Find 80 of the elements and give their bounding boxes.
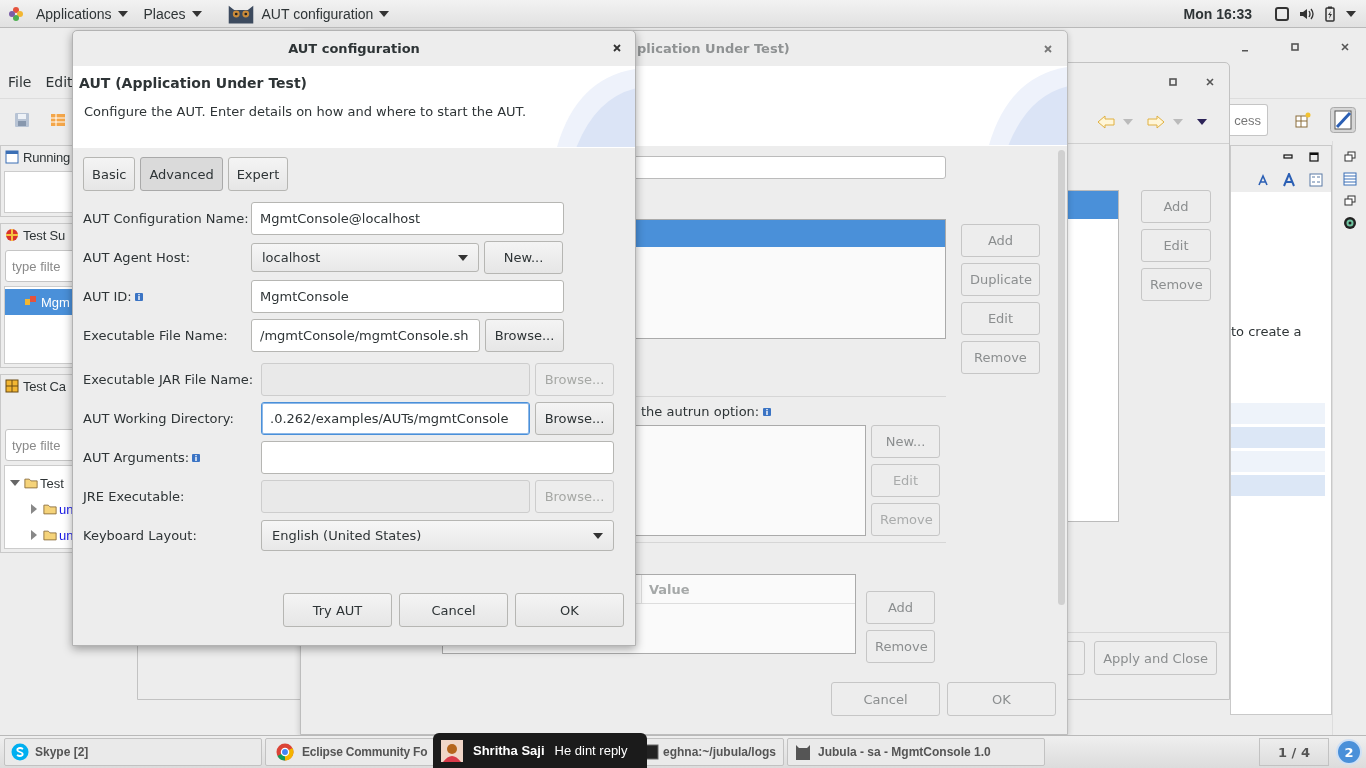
- clock[interactable]: Mon 16:33: [1183, 5, 1252, 22]
- folder-icon: [43, 503, 57, 515]
- input-field[interactable]: .0.262/examples/AUTs/mgmtConsole: [261, 402, 530, 435]
- top-menu[interactable]: Applications: [32, 5, 132, 22]
- field-button[interactable]: Browse...: [535, 402, 614, 435]
- field-label: Keyboard Layout:: [83, 528, 197, 543]
- tab[interactable]: Expert: [227, 157, 289, 191]
- autrun-label: the autrun option:: [641, 404, 760, 420]
- menu-item[interactable]: File: [8, 74, 32, 90]
- dialog-button[interactable]: OK: [515, 593, 624, 627]
- dropdown[interactable]: English (United States): [261, 520, 614, 551]
- table-view-icon[interactable]: [1342, 172, 1357, 186]
- caret-icon[interactable]: [1346, 10, 1356, 17]
- field-label: Executable JAR File Name:: [83, 372, 254, 387]
- taskbar-item[interactable]: Skype [2]: [4, 738, 262, 766]
- dialog-button[interactable]: Cancel: [399, 593, 508, 627]
- menu-item[interactable]: Edit: [45, 74, 73, 90]
- taskbar-item[interactable]: Jubula - sa - MgmtConsole 1.0: [787, 738, 1045, 766]
- save-icon[interactable]: [14, 112, 30, 128]
- font-smaller-icon[interactable]: [1257, 173, 1271, 187]
- editor-text: to create a: [1231, 324, 1303, 339]
- restore-icon[interactable]: [1343, 151, 1356, 163]
- target-icon: [5, 228, 19, 242]
- tab[interactable]: Advanced: [140, 157, 223, 191]
- restore-icon[interactable]: [1343, 195, 1356, 207]
- dialog-button[interactable]: Try AUT: [283, 593, 392, 627]
- view-title[interactable]: Test Su: [23, 227, 65, 243]
- caret-icon: [458, 254, 468, 261]
- dropdown[interactable]: localhost: [251, 243, 479, 272]
- minimize-icon[interactable]: [1283, 152, 1293, 162]
- pencil-icon[interactable]: [1330, 107, 1356, 133]
- grid-icon: [5, 379, 19, 393]
- input-field[interactable]: [261, 441, 614, 474]
- window-title: AUT configuration: [288, 41, 420, 56]
- window-icon: [5, 150, 19, 164]
- field-label: JRE Executable:: [83, 489, 185, 504]
- info-icon: [763, 407, 772, 416]
- input-field[interactable]: /mgmtConsole/mgmtConsole.sh: [251, 319, 480, 352]
- field-label: AUT Working Directory:: [83, 411, 234, 426]
- view-title[interactable]: Test Ca: [23, 378, 66, 394]
- close-icon[interactable]: [612, 43, 622, 53]
- notification-message: He dint reply: [554, 743, 628, 758]
- skype-icon: [11, 743, 29, 761]
- field-button[interactable]: New...: [484, 241, 563, 274]
- screen-icon[interactable]: [1274, 5, 1290, 22]
- active-window-menu[interactable]: AUT configuration: [257, 5, 394, 22]
- battery-icon[interactable]: [1322, 5, 1338, 22]
- maximize-icon[interactable]: [1309, 152, 1319, 162]
- expand-arrow-icon[interactable]: [31, 530, 37, 540]
- close-icon[interactable]: [1340, 42, 1350, 52]
- avatar: [441, 739, 463, 762]
- dialog-heading: AUT (Application Under Test): [79, 75, 308, 91]
- menu-icon[interactable]: [1197, 119, 1207, 125]
- workspace-switcher[interactable]: 1 / 4: [1259, 738, 1329, 766]
- dialog-description: Configure the AUT. Enter details on how and where to start the AUT.: [84, 104, 528, 119]
- caret-icon: [593, 532, 603, 539]
- field-button[interactable]: Browse...: [485, 319, 564, 352]
- message-toast[interactable]: Shritha Saji He dint reply: [433, 733, 647, 768]
- browser-icon: [276, 743, 294, 761]
- view-title[interactable]: Running: [23, 149, 71, 165]
- window-title: plication Under Test): [637, 41, 790, 56]
- close-icon[interactable]: [1205, 77, 1215, 87]
- input-field[interactable]: MgmtConsole@localhost: [251, 202, 564, 235]
- top-menu[interactable]: Places: [139, 5, 206, 22]
- expand-arrow-icon[interactable]: [31, 504, 37, 514]
- folder-icon: [43, 529, 57, 541]
- lens-icon[interactable]: [1342, 216, 1357, 230]
- apps-icon[interactable]: [8, 5, 24, 22]
- input-field[interactable]: MgmtConsole: [251, 280, 564, 313]
- field-label: AUT ID:: [83, 289, 132, 304]
- owl-icon: [794, 743, 812, 761]
- folder-icon: [24, 477, 38, 489]
- checklist-icon[interactable]: [1309, 173, 1323, 187]
- quick-access-field[interactable]: cess: [1230, 104, 1268, 136]
- tab[interactable]: Basic: [83, 157, 136, 191]
- perspective-icon[interactable]: [1295, 112, 1311, 128]
- field-label: Executable File Name:: [83, 328, 228, 343]
- scrollbar[interactable]: [1058, 150, 1065, 605]
- font-larger-icon[interactable]: [1283, 173, 1297, 187]
- field-label: AUT Configuration Name:: [83, 211, 249, 226]
